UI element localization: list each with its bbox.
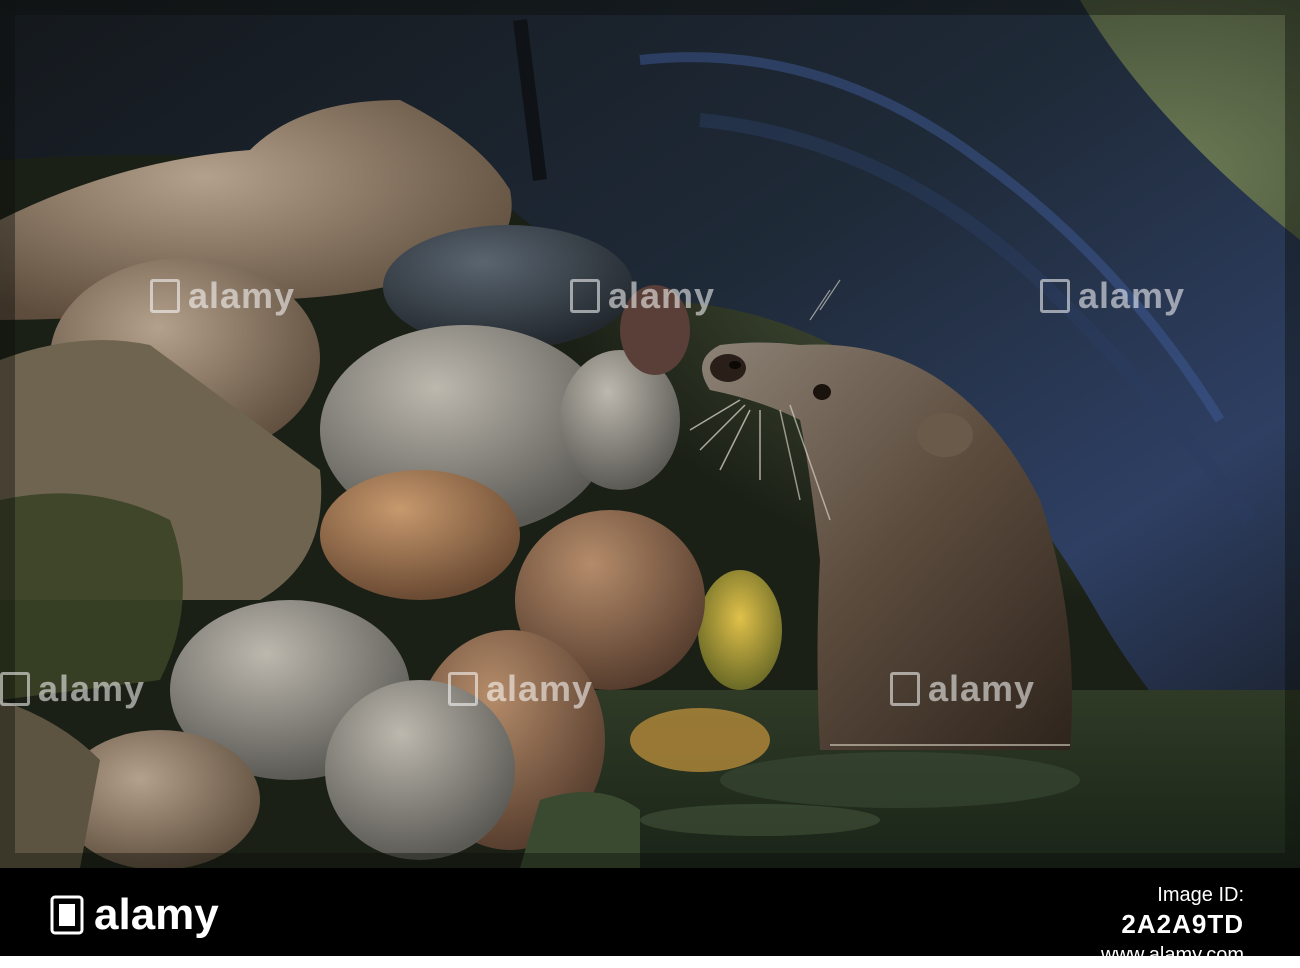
photo: alamy alamy alamy alamy alamy alamy — [0, 0, 1300, 868]
image-info: Image ID: 2A2A9TD www.alamy.com — [1101, 882, 1244, 968]
image-id: 2A2A9TD — [1121, 909, 1244, 939]
alamy-logo: alamy — [50, 890, 219, 940]
moss — [698, 570, 782, 690]
site-url[interactable]: www.alamy.com — [1101, 942, 1244, 968]
otter-scene — [0, 0, 1300, 868]
footer-bar: alamy Image ID: 2A2A9TD www.alamy.com — [0, 868, 1300, 966]
alamy-logo-icon — [50, 895, 84, 935]
logo-text: alamy — [94, 890, 219, 939]
image-id-label: Image ID: — [1157, 884, 1244, 906]
